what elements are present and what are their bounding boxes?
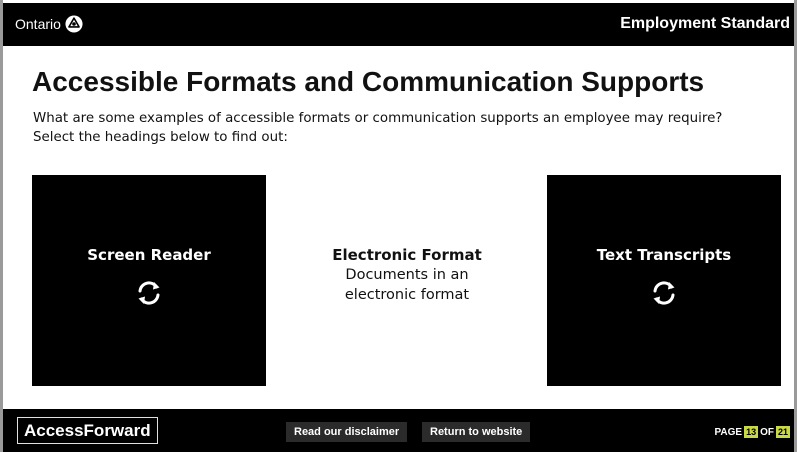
header-bar: Ontario Employment Standard: [3, 3, 794, 46]
ontario-logo: Ontario: [15, 15, 83, 33]
page-indicator: PAGE 13 OF 21: [714, 426, 790, 438]
intro-line-1: What are some examples of accessible for…: [33, 111, 723, 126]
page-current: 13: [744, 426, 759, 438]
flip-card-electronic-format[interactable]: Electronic Format Documents in an electr…: [290, 175, 524, 386]
accessforward-logo[interactable]: AccessForward: [17, 417, 158, 444]
page-label: PAGE: [714, 426, 743, 438]
page-of-label: OF: [760, 426, 774, 438]
card-title-electronic-format: Electronic Format: [332, 245, 482, 264]
course-title: Employment Standard: [620, 15, 790, 32]
intro-line-2: Select the headings below to find out:: [33, 130, 288, 145]
card-body-electronic-format: Documents in an electronic format: [344, 266, 470, 303]
return-to-website-button[interactable]: Return to website: [422, 422, 531, 442]
card-title-screen-reader: Screen Reader: [87, 245, 211, 264]
logo-text: Ontario: [15, 16, 61, 32]
card-title-text-transcripts: Text Transcripts: [596, 245, 732, 264]
flip-card-screen-reader[interactable]: Screen Reader: [32, 175, 266, 386]
page-title: Accessible Formats and Communication Sup…: [32, 66, 705, 97]
flip-card-icon: [138, 280, 160, 305]
flip-card-text-transcripts[interactable]: Text Transcripts: [547, 175, 781, 386]
ontario-trillium-icon: [65, 15, 83, 33]
flip-card-icon: [653, 280, 675, 305]
disclaimer-button[interactable]: Read our disclaimer: [286, 422, 408, 442]
intro-text: What are some examples of accessible for…: [33, 109, 753, 147]
page-total: 21: [775, 426, 790, 438]
footer-bar: AccessForward Read our disclaimer Return…: [3, 409, 794, 452]
